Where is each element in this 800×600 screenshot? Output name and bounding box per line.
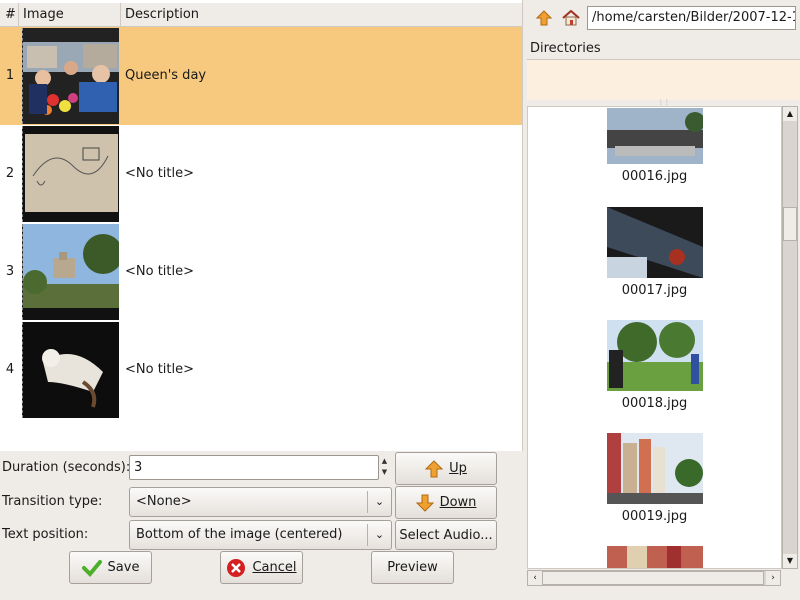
chevron-down-icon: ⌄ [367, 491, 391, 513]
row-number: 1 [5, 68, 15, 83]
slide-thumbnail [22, 224, 119, 320]
file-name: 00018.jpg [621, 396, 688, 411]
directories-list[interactable] [527, 60, 800, 100]
text-position-label: Text position: [2, 527, 89, 542]
spin-down-icon[interactable]: ▼ [378, 467, 391, 478]
file-name: 00019.jpg [621, 509, 688, 524]
column-header-number[interactable]: # [0, 3, 18, 27]
chevron-down-icon: ⌄ [367, 524, 391, 546]
transition-value: <None> [136, 494, 192, 509]
text-position-select[interactable]: Bottom of the image (centered) ⌄ [129, 520, 392, 550]
scroll-left-icon[interactable]: ‹ [528, 571, 542, 585]
scrollbar-thumb[interactable] [783, 207, 797, 241]
file-item[interactable]: 00019.jpg [528, 433, 781, 524]
select-audio-button[interactable]: Select Audio... [395, 520, 497, 550]
arrow-down-icon [415, 494, 434, 512]
spin-up-icon[interactable]: ▲ [378, 456, 391, 467]
row-number: 2 [5, 166, 15, 181]
file-name: 00017.jpg [621, 283, 688, 298]
save-button[interactable]: Save [69, 551, 152, 584]
file-thumbnail [606, 108, 703, 164]
column-header-image[interactable]: Image [18, 3, 120, 27]
move-up-label: Up [449, 461, 467, 476]
arrow-up-icon [425, 459, 444, 477]
scroll-down-icon[interactable]: ▼ [783, 554, 797, 568]
directories-header[interactable]: Directories [527, 38, 800, 60]
pane-resize-handle[interactable]: ⋮⋮ [658, 100, 670, 106]
row-number: 3 [5, 264, 15, 279]
save-label: Save [107, 560, 140, 575]
file-thumbnail [606, 433, 703, 504]
home-icon [562, 10, 580, 26]
file-name: 00016.jpg [621, 169, 688, 184]
table-row[interactable]: 4 <No title> [0, 321, 522, 419]
slide-thumbnail [22, 28, 119, 124]
preview-button[interactable]: Preview [371, 551, 454, 584]
file-thumbnail [606, 207, 703, 278]
duration-input[interactable]: 3 [129, 455, 379, 480]
file-thumbnail-list[interactable]: 00016.jpg 00017.jpg 00018.jpg 00019.jpg [527, 106, 782, 569]
file-item[interactable]: 00016.jpg [528, 108, 781, 184]
preview-label: Preview [387, 560, 438, 575]
move-up-button[interactable]: Up [395, 452, 497, 485]
arrow-up-icon [536, 10, 552, 26]
slide-thumbnail [22, 322, 119, 418]
slide-thumbnail [22, 126, 119, 222]
vertical-scrollbar[interactable]: ▲ ▼ [782, 106, 798, 569]
move-down-button[interactable]: Down [395, 486, 497, 519]
scroll-right-icon[interactable]: › [766, 571, 780, 585]
cancel-label: Cancel [252, 560, 297, 575]
scrollbar-thumb[interactable] [542, 571, 764, 585]
slide-description: <No title> [125, 264, 195, 279]
horizontal-scrollbar[interactable]: ‹ › [527, 570, 781, 586]
scroll-up-icon[interactable]: ▲ [783, 107, 797, 121]
file-thumbnail [606, 320, 703, 391]
transition-label: Transition type: [2, 494, 103, 509]
select-audio-label: Select Audio... [399, 527, 493, 543]
column-header-description[interactable]: Description [120, 3, 522, 27]
slide-description: <No title> [125, 362, 195, 377]
table-row[interactable]: 3 <No title> [0, 223, 522, 321]
slide-table[interactable]: # Image Description 1 Queen's day 2 <No … [0, 0, 523, 451]
table-row[interactable]: 1 Queen's day [0, 27, 522, 125]
duration-label: Duration (seconds): [2, 460, 131, 475]
parent-directory-button[interactable] [532, 6, 556, 30]
duration-spinner[interactable]: ▲ ▼ [378, 456, 391, 481]
row-number: 4 [5, 362, 15, 377]
home-button[interactable] [559, 6, 583, 30]
checkmark-icon [81, 559, 102, 577]
file-item[interactable]: 00017.jpg [528, 207, 781, 298]
text-position-value: Bottom of the image (centered) [136, 527, 343, 542]
transition-select[interactable]: <None> ⌄ [129, 487, 392, 517]
slide-description: Queen's day [125, 68, 207, 83]
path-input[interactable]: /home/carsten/Bilder/2007-12-1 [587, 6, 796, 30]
file-item[interactable]: 00018.jpg [528, 320, 781, 411]
table-row[interactable]: 2 <No title> [0, 125, 522, 223]
file-thumbnail [606, 546, 703, 568]
cancel-button[interactable]: Cancel [220, 551, 303, 584]
slide-description: <No title> [125, 166, 195, 181]
close-icon [227, 558, 246, 577]
file-item[interactable] [528, 546, 781, 568]
move-down-label: Down [439, 495, 477, 510]
